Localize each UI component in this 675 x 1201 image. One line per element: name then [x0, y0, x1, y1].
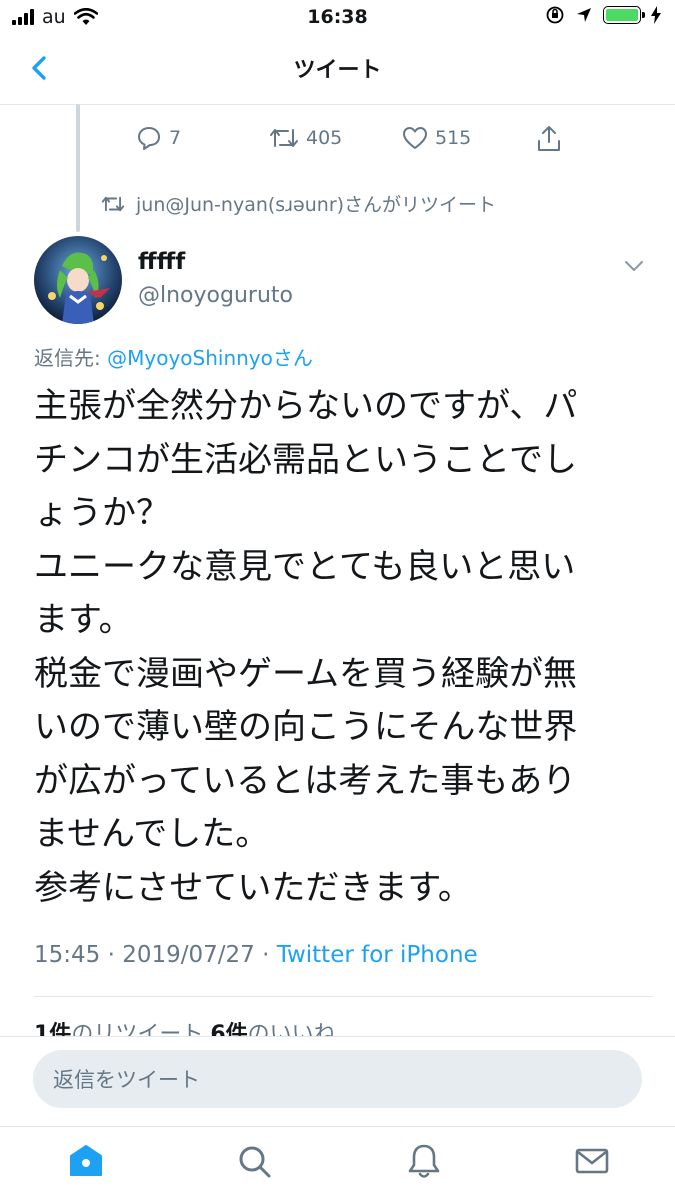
tab-bar	[0, 1126, 675, 1201]
tweet-body-line: 税金で漫画やゲームを買う経験が無	[34, 653, 577, 694]
tweet-stats: 1件のリツイート 6件のいいね	[34, 1020, 654, 1036]
retweet-count: 405	[306, 127, 343, 149]
tweet-timestamp: 15:45 · 2019/07/27 ·	[34, 942, 277, 968]
tweet-body-line: いので薄い壁の向こうにそんな世界	[34, 707, 578, 747]
search-icon[interactable]	[234, 1141, 274, 1181]
reply-input-placeholder: 返信をツイート	[53, 1068, 200, 1092]
author-display-name[interactable]: fffff	[138, 249, 185, 275]
chevron-down-icon[interactable]	[622, 256, 646, 276]
tweet-meta: 15:45 · 2019/07/27 · Twitter for iPhone	[34, 942, 478, 968]
author-handle[interactable]: @lnoyoguruto	[138, 283, 293, 308]
tweet-body-line: ょうか？	[34, 493, 170, 533]
tweet-body-line: ます。	[34, 600, 133, 640]
like-count: 515	[435, 127, 472, 149]
home-icon[interactable]	[66, 1141, 106, 1181]
tweet-body: 主張が全然分からないのですが、パ チンコが生活必需品ということでし ょうか？ ユ…	[34, 380, 646, 915]
tweet-body-line: チンコが生活必需品ということでし	[34, 439, 577, 480]
messages-envelope-icon[interactable]	[572, 1141, 612, 1181]
retweet-icon	[270, 129, 298, 147]
notifications-bell-icon[interactable]	[404, 1141, 444, 1181]
retweets-count: 1件	[34, 1022, 72, 1036]
location-icon	[577, 8, 591, 22]
retweet-small-icon	[101, 196, 125, 211]
battery-icon	[603, 6, 645, 24]
reply-action[interactable]: 7	[135, 124, 181, 152]
likes-label: のいいね	[247, 1022, 336, 1036]
tweet-body-line: 参考にさせていただきます。	[34, 867, 472, 908]
nav-bar: ツイート	[0, 34, 675, 105]
retweet-action[interactable]: 405	[268, 124, 342, 152]
charging-icon	[651, 6, 661, 24]
divider	[34, 996, 653, 997]
likes-stat[interactable]: 6件のいいね	[210, 1022, 335, 1036]
previous-tweet-actions: 7 405 515	[135, 124, 575, 156]
avatar-image	[34, 236, 122, 324]
reply-input[interactable]: 返信をツイート	[33, 1050, 642, 1108]
orientation-lock-icon	[546, 6, 564, 24]
avatar[interactable]	[34, 236, 122, 324]
tweet-source-link[interactable]: Twitter for iPhone	[277, 942, 478, 968]
retweeted-by-banner[interactable]: jun@Jun-nyan(sɹəunr)さんがリツイート	[100, 190, 496, 217]
heart-icon	[403, 127, 427, 149]
tweet-body-line: ユニークな意見でとても良いと思い	[34, 546, 576, 587]
retweets-stat[interactable]: 1件のリツイート	[34, 1022, 203, 1036]
page-title: ツイート	[293, 58, 382, 83]
reply-to-label: 返信先:	[34, 346, 108, 370]
tweet-body-line: 主張が全然分からないのですが、パ	[34, 386, 578, 426]
tweet-body-line: ませんでした。	[34, 814, 270, 854]
share-icon	[538, 126, 560, 151]
tweet-body-line: が広がっているとは考えた事もあり	[34, 760, 577, 801]
status-bar: au 16:38	[0, 0, 675, 34]
reply-icon	[138, 127, 160, 150]
share-action[interactable]	[535, 124, 563, 154]
retweets-label: のリツイート	[71, 1022, 204, 1036]
retweeted-by-label: jun@Jun-nyan(sɹəunr)さんがリツイート	[136, 194, 497, 216]
reply-to-line: 返信先: @MyoyoShinnyoさん	[34, 342, 313, 371]
thread-connector-line	[76, 104, 80, 232]
reply-count: 7	[169, 127, 182, 149]
like-action[interactable]: 515	[401, 124, 471, 152]
reply-to-user-link[interactable]: @MyoyoShinnyoさん	[107, 346, 313, 370]
likes-count: 6件	[210, 1022, 248, 1036]
status-right	[545, 5, 661, 25]
